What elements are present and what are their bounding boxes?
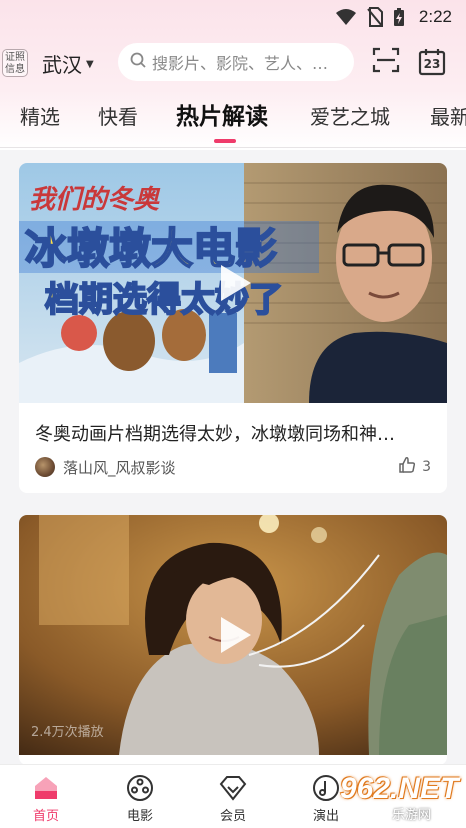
diamond-icon (219, 776, 247, 801)
video-title[interactable]: 冬奥动画片档期选得太妙，冰墩墩同场和神… (35, 420, 435, 446)
author-row[interactable]: 落山风_风叔影谈 (35, 456, 435, 478)
home-icon (35, 777, 57, 799)
video-card[interactable]: 我们的冬奥 冰墩墩大电影 档期选得太妙了 冬奥动画片档期选得太妙，冰墩墩同场和神… (19, 163, 447, 493)
tab-quick-look[interactable]: 快看 (98, 102, 138, 132)
poster-title-art: 我们的冬奥 (29, 185, 161, 215)
scan-icon (372, 46, 400, 78)
play-icon[interactable] (209, 611, 257, 659)
category-tabs: 精选 快看 热片解读 爱艺之城 最新 (0, 96, 466, 142)
license-info-button[interactable]: 证照 信息 (2, 49, 28, 77)
film-reel-icon (127, 775, 153, 801)
search-icon (130, 52, 146, 72)
nav-home[interactable]: 首页 (16, 765, 76, 828)
search-bar[interactable]: 搜影片、影院、艺人、… (118, 43, 354, 81)
thumbs-up-icon (398, 456, 416, 478)
nav-vip[interactable]: 会员 (203, 765, 263, 828)
view-count: 2.4万次播放 (31, 725, 104, 740)
video-thumbnail[interactable]: 我们的冬奥 冰墩墩大电影 档期选得太妙了 (19, 163, 447, 403)
author-name[interactable]: 落山风_风叔影谈 (63, 457, 176, 478)
video-thumbnail[interactable]: 2.4万次播放 (19, 515, 447, 755)
nav-movies-label: 电影 (126, 809, 153, 824)
play-icon[interactable] (209, 259, 257, 307)
top-header: 证照 信息 武汉 ▼ 搜影片、影院、艺人、… 23 (0, 40, 466, 86)
watermark-brand: 962.NET (340, 772, 459, 805)
nav-movies[interactable]: 电影 (110, 765, 170, 828)
city-label: 武汉 (42, 52, 82, 77)
calendar-day: 23 (423, 57, 441, 71)
caret-down-icon: ▼ (86, 58, 94, 70)
video-card[interactable]: 2.4万次播放 (19, 515, 447, 765)
tab-featured[interactable]: 精选 (20, 102, 60, 132)
no-sim-icon (367, 7, 383, 27)
tab-latest[interactable]: 最新 (430, 102, 466, 132)
scan-button[interactable] (370, 46, 402, 78)
nav-vip-label: 会员 (219, 809, 246, 824)
status-time: 2:22 (418, 7, 452, 26)
city-selector[interactable]: 武汉 ▼ (42, 50, 94, 77)
watermark-sub: 乐游网 (392, 808, 432, 823)
nav-home-label: 首页 (32, 809, 59, 824)
like-count: 3 (422, 459, 431, 475)
like-button[interactable]: 3 (398, 456, 431, 478)
tab-art-city[interactable]: 爱艺之城 (310, 102, 390, 132)
tabs-divider (0, 147, 466, 148)
battery-charging-icon (393, 7, 405, 27)
wifi-icon (335, 8, 357, 26)
active-tab-indicator (214, 139, 236, 143)
tab-hot-film-review[interactable]: 热片解读 (176, 102, 268, 132)
calendar-icon: 23 (418, 48, 446, 76)
calendar-button[interactable]: 23 (416, 46, 448, 78)
site-watermark: 962.NET 乐游网 (330, 768, 466, 824)
author-avatar[interactable] (35, 457, 55, 477)
status-bar: 2:22 (0, 0, 466, 34)
search-placeholder: 搜影片、影院、艺人、… (152, 54, 329, 73)
license-info-label: 证照 信息 (5, 51, 25, 75)
